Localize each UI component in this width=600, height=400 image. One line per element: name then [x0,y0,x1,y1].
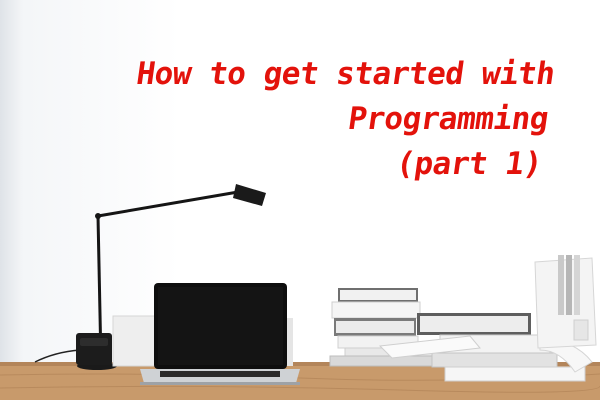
laptop [140,283,300,385]
speaker [76,333,112,365]
desk-scene [0,184,600,400]
hero-image: How to get started with Programming (par… [0,0,600,400]
magazine-holder [534,255,597,349]
